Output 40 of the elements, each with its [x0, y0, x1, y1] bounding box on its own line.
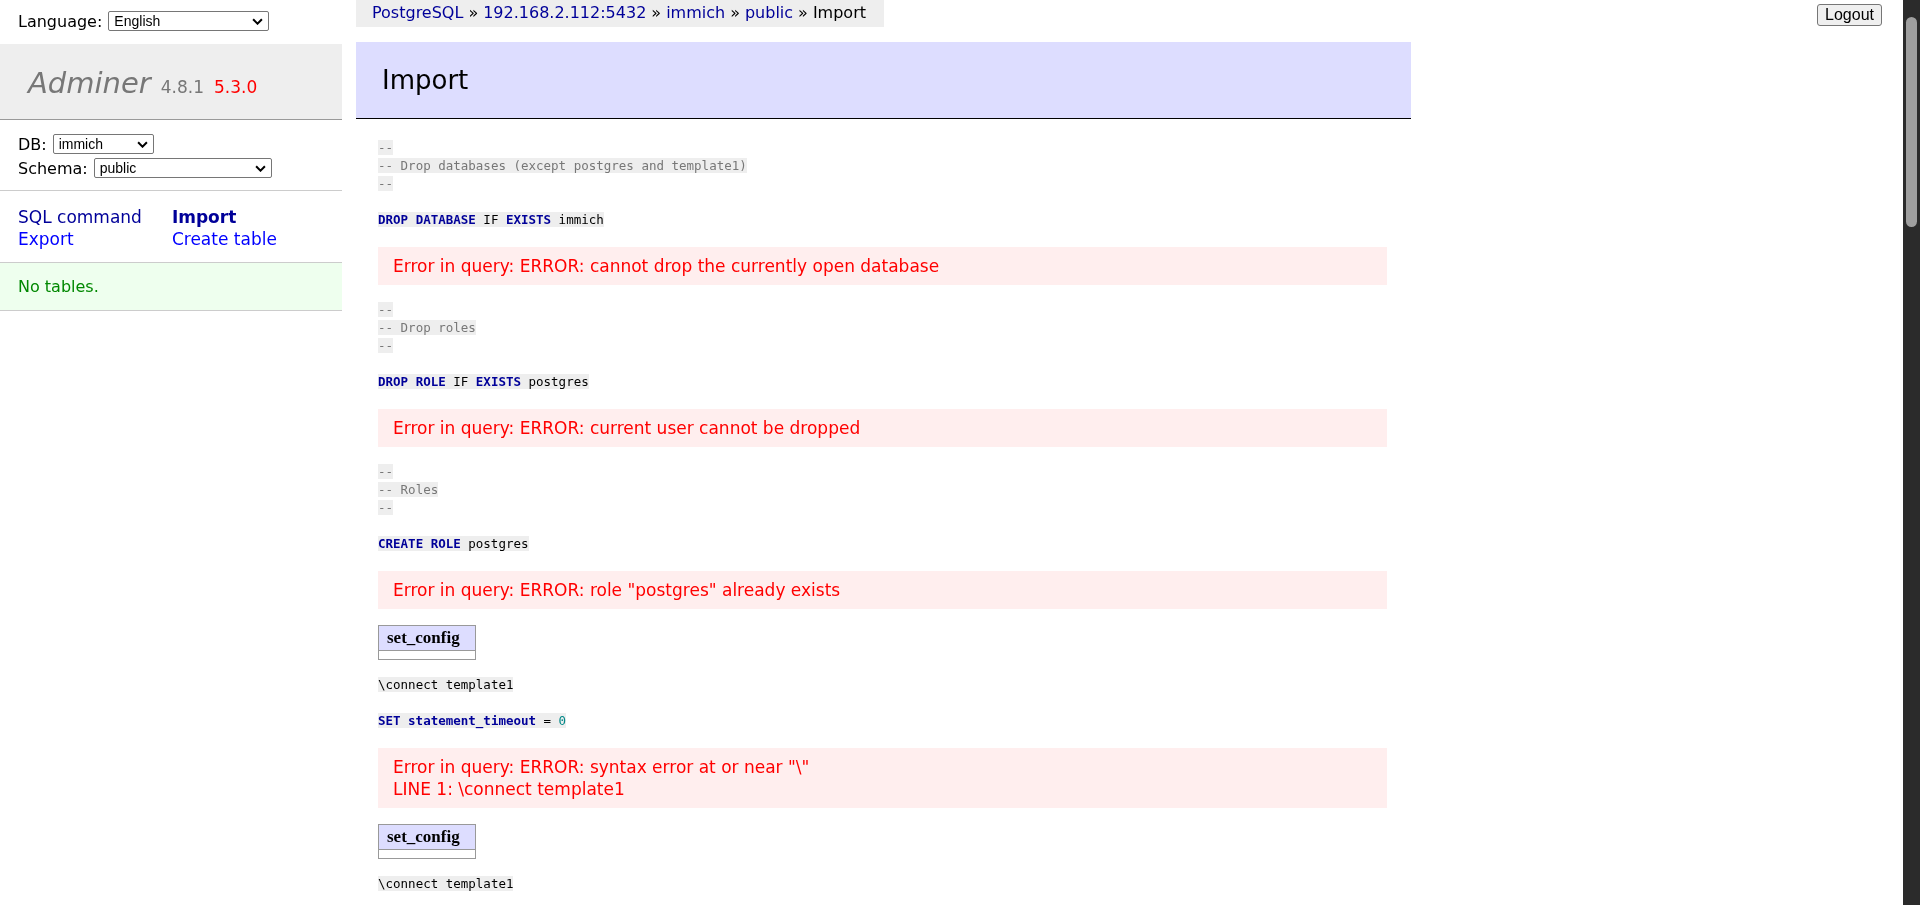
- breadcrumb-link[interactable]: public: [744, 3, 794, 22]
- error-message: Error in query: ERROR: current user cannot be dropped: [378, 409, 1387, 447]
- error-message: Error in query: ERROR: role "postgres" already exists: [378, 571, 1387, 609]
- language-label: Language:: [18, 11, 103, 31]
- nav-link[interactable]: Import: [171, 206, 277, 228]
- chevron-down-icon: [252, 17, 264, 25]
- error-message: Error in query: ERROR: syntax error at or near "\" LINE 1: \connect template1: [378, 748, 1387, 808]
- logout-button[interactable]: Logout: [1817, 4, 1882, 26]
- error-message: Error in query: ERROR: cannot drop the currently open database: [378, 247, 1387, 285]
- breadcrumb-current: Import: [812, 3, 866, 22]
- schema-select[interactable]: public: [93, 158, 272, 178]
- sql-statement: SET statement_timeout = 0: [378, 713, 567, 728]
- nav-link[interactable]: Export: [18, 228, 142, 250]
- schema-label: Schema:: [18, 158, 88, 178]
- page-heading: Import: [382, 65, 469, 95]
- nav-link[interactable]: Create table: [171, 228, 277, 250]
- sql-statement: CREATE ROLE postgres: [378, 536, 529, 551]
- sql-statement: \connect template1: [378, 876, 514, 891]
- logo-text[interactable]: Adminer: [28, 66, 151, 100]
- language-select[interactable]: English: [108, 11, 270, 31]
- breadcrumb-link[interactable]: immich: [666, 3, 726, 22]
- column-header: set_config: [378, 625, 476, 651]
- breadcrumb-link[interactable]: 192.168.2.112:5432: [483, 3, 647, 22]
- sql-statement: \connect template1: [378, 677, 514, 692]
- db-select[interactable]: immich: [52, 134, 154, 154]
- breadcrumb-separator: »: [468, 3, 479, 22]
- nav-link[interactable]: SQL command: [18, 206, 142, 228]
- breadcrumb-separator: »: [651, 3, 662, 22]
- breadcrumb-separator: »: [730, 3, 740, 22]
- sql-statement: DROP DATABASE IF EXISTS immich: [378, 212, 604, 227]
- db-label: DB:: [18, 134, 47, 154]
- sql-statement: DROP ROLE IF EXISTS postgres: [378, 374, 589, 389]
- scrollbar[interactable]: [1903, 0, 1920, 905]
- no-tables-message: No tables.: [0, 263, 342, 311]
- chevron-down-icon: [254, 164, 266, 172]
- version-label: 4.8.1: [160, 77, 204, 97]
- column-header: set_config: [378, 824, 476, 850]
- breadcrumb-separator: »: [798, 3, 808, 22]
- chevron-down-icon: [136, 140, 148, 148]
- breadcrumb-link[interactable]: PostgreSQL: [372, 3, 464, 22]
